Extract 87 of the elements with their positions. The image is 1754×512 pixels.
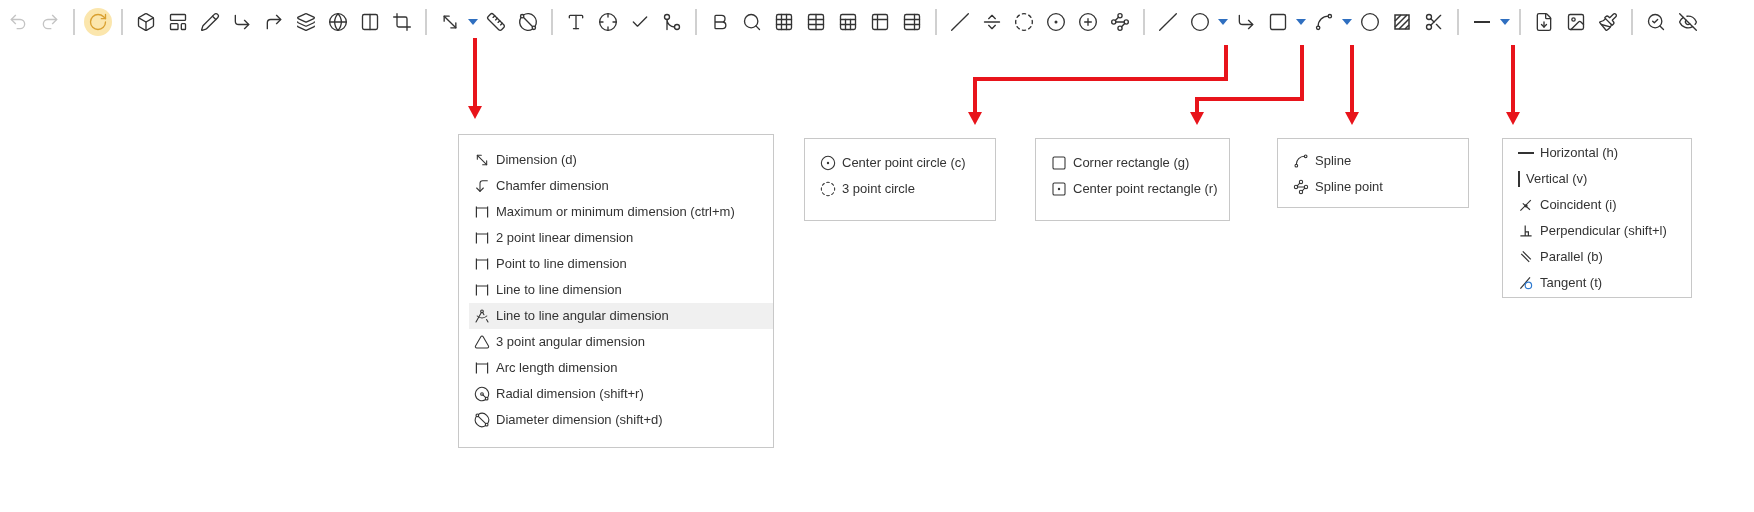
menu-item[interactable]: Line to line dimension [469, 277, 773, 303]
refresh-icon [88, 12, 108, 32]
point-icon [1360, 12, 1380, 32]
circle-plus-icon [1078, 12, 1098, 32]
line-icon [1158, 12, 1178, 32]
radius-icon [474, 386, 490, 402]
scissors-icon [1424, 12, 1444, 32]
parallel-icon [1518, 249, 1534, 265]
globe-icon [328, 12, 348, 32]
menu-item[interactable]: 3 point circle [815, 176, 995, 202]
line-icon [1518, 152, 1534, 154]
diameter-icon [474, 412, 490, 428]
menu-item[interactable]: Tangent (t) [1513, 270, 1691, 296]
table-icon [870, 12, 890, 32]
menu-item[interactable]: Diameter dimension (shift+d) [469, 407, 773, 433]
cube-icon [136, 12, 156, 32]
grid-icon [774, 12, 794, 32]
menu-item[interactable]: Horizontal (h) [1513, 140, 1691, 166]
redo-icon [40, 12, 60, 32]
bracket-icon [474, 256, 490, 272]
menu-item[interactable]: Point to line dimension [469, 251, 773, 277]
waypoints-icon [1293, 179, 1309, 195]
hatch-icon [1392, 12, 1412, 32]
branch-icon [662, 12, 682, 32]
menu-item[interactable]: Coincident (i) [1513, 192, 1691, 218]
circle-dot-icon [1046, 12, 1066, 32]
line-icon [1474, 21, 1490, 23]
perpendicular-icon [1518, 223, 1534, 239]
dashed-circle-icon [1014, 12, 1034, 32]
menu-item[interactable]: Spline point [1288, 174, 1468, 200]
bracket-icon [474, 282, 490, 298]
rectangle-icon [1268, 12, 1288, 32]
menu-item[interactable]: Spline [1288, 148, 1468, 174]
corner-arrow-icon [232, 12, 252, 32]
menu-item[interactable]: Line to line angular dimension [469, 303, 773, 329]
search-check-icon [1646, 12, 1666, 32]
image-icon [1566, 12, 1586, 32]
menu-item[interactable]: Center point rectangle (r) [1046, 176, 1229, 202]
text-icon [566, 12, 586, 32]
ruler-icon [486, 12, 506, 32]
triangle-icon [474, 334, 490, 350]
layout-icon [168, 12, 188, 32]
menu-item[interactable]: 3 point angular dimension [469, 329, 773, 355]
table-icon [806, 12, 826, 32]
spline-icon [1293, 153, 1309, 169]
menu-item[interactable]: Arc length dimension [469, 355, 773, 381]
menu-item[interactable]: Parallel (b) [1513, 244, 1691, 270]
vertical-line-icon [1518, 171, 1520, 187]
search-icon [742, 12, 762, 32]
menu-item[interactable]: Radial dimension (shift+r) [469, 381, 773, 407]
spline-icon [1314, 12, 1334, 32]
dashed-circle-icon [820, 181, 836, 197]
sheet-icon [838, 12, 858, 32]
menu-item[interactable]: Vertical (v) [1513, 166, 1691, 192]
pencil-icon [200, 12, 220, 32]
menu-item[interactable]: Corner rectangle (g) [1046, 150, 1229, 176]
bracket-icon [474, 360, 490, 376]
file-download-icon [1534, 12, 1554, 32]
compass-icon [474, 308, 490, 324]
tangent-icon [1518, 275, 1534, 291]
circle-dot-icon [820, 155, 836, 171]
diagonal-arrow-icon [474, 152, 490, 168]
layers-icon [296, 12, 316, 32]
line-icon [950, 12, 970, 32]
menu-item[interactable]: Perpendicular (shift+l) [1513, 218, 1691, 244]
menu-item[interactable]: Center point circle (c) [815, 150, 995, 176]
bracket-icon [474, 204, 490, 220]
diameter-icon [518, 12, 538, 32]
waypoints-icon [1110, 12, 1130, 32]
menu-item[interactable]: 2 point linear dimension [469, 225, 773, 251]
coincident-icon [1518, 197, 1534, 213]
undo-icon [8, 12, 28, 32]
crop-icon [392, 12, 412, 32]
menu-item[interactable]: Dimension (d) [469, 147, 773, 173]
bracket-icon [474, 230, 490, 246]
centerline-icon [982, 12, 1002, 32]
circle-icon [1190, 12, 1210, 32]
table-icon [902, 12, 922, 32]
crosshair-icon [598, 12, 618, 32]
corner-arrow-icon [474, 178, 490, 194]
brush-icon [1598, 12, 1618, 32]
columns-icon [360, 12, 380, 32]
corner-arrow-icon [264, 12, 284, 32]
menu-item[interactable]: Maximum or minimum dimension (ctrl+m) [469, 199, 773, 225]
eye-off-icon [1678, 12, 1698, 32]
rectangle-icon [1051, 155, 1067, 171]
menu-item[interactable]: Chamfer dimension [469, 173, 773, 199]
